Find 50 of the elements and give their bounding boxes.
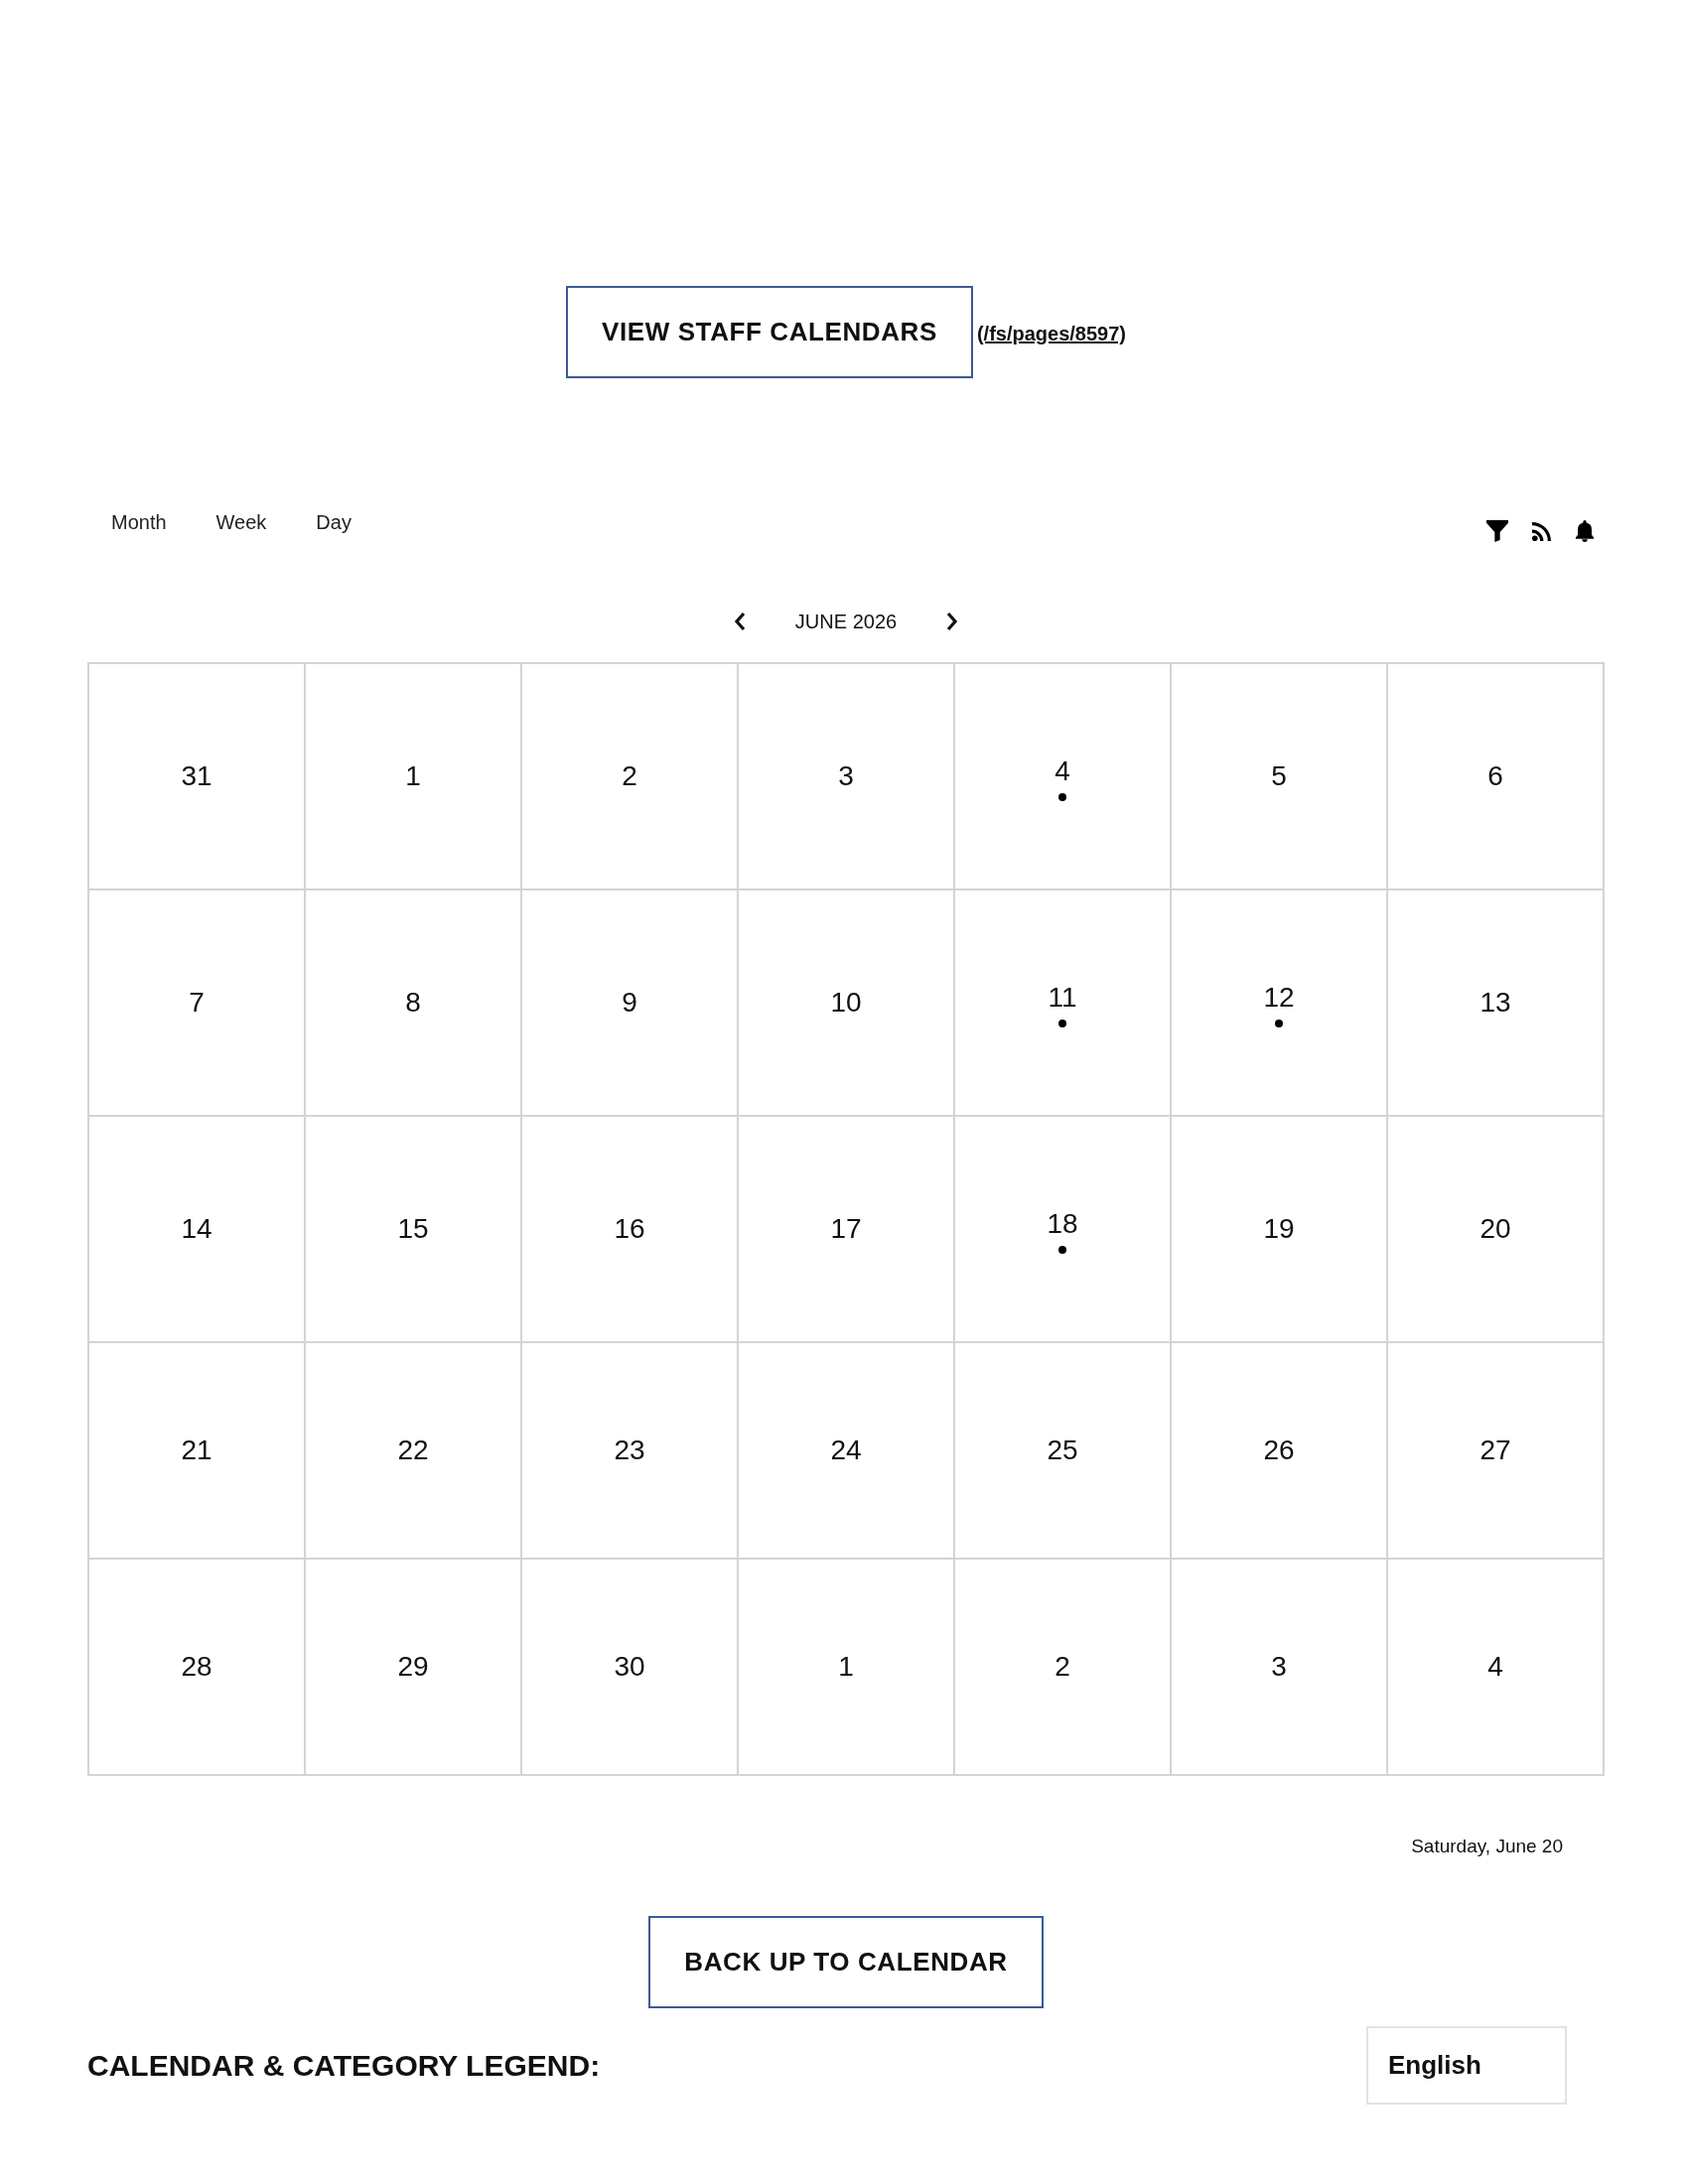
selected-date-text: Saturday, June 20 bbox=[1411, 1835, 1563, 1858]
calendar-day-cell[interactable]: 28 bbox=[89, 1560, 306, 1776]
language-select[interactable]: English bbox=[1366, 2026, 1567, 2105]
calendar-day-cell[interactable]: 13 bbox=[1388, 890, 1605, 1117]
legend-heading: CALENDAR & CATEGORY LEGEND: bbox=[87, 2047, 601, 2084]
calendar-day-cell[interactable]: 5 bbox=[1172, 664, 1388, 890]
calendar-day-cell[interactable]: 18 bbox=[955, 1117, 1172, 1343]
calendar-day-cell[interactable]: 19 bbox=[1172, 1117, 1388, 1343]
calendar-day-cell[interactable]: 24 bbox=[739, 1343, 955, 1560]
calendar-day-cell[interactable]: 4 bbox=[955, 664, 1172, 890]
calendar-day-cell[interactable]: 1 bbox=[739, 1560, 955, 1776]
calendar-day-cell[interactable]: 17 bbox=[739, 1117, 955, 1343]
calendar-day-cell[interactable]: 20 bbox=[1388, 1117, 1605, 1343]
calendar-day-cell[interactable]: 16 bbox=[522, 1117, 739, 1343]
view-staff-calendars-button[interactable]: VIEW STAFF CALENDARS bbox=[566, 286, 973, 378]
calendar-day-cell[interactable]: 4 bbox=[1388, 1560, 1605, 1776]
month-label: JUNE 2026 bbox=[794, 610, 898, 634]
calendar-day-cell[interactable]: 2 bbox=[955, 1560, 1172, 1776]
view-tab[interactable]: Week bbox=[215, 502, 267, 542]
calendar-day-cell[interactable]: 14 bbox=[89, 1117, 306, 1343]
calendar-day-cell[interactable]: 26 bbox=[1172, 1343, 1388, 1560]
page-link[interactable]: (/fs/pages/8597) bbox=[976, 323, 1126, 345]
calendar-day-cell[interactable]: 9 bbox=[522, 890, 739, 1117]
bell-icon[interactable] bbox=[1575, 520, 1595, 542]
calendar-day-cell[interactable]: 3 bbox=[1172, 1560, 1388, 1776]
calendar-day-cell[interactable]: 8 bbox=[306, 890, 522, 1117]
back-to-calendar-button[interactable]: BACK UP TO CALENDAR bbox=[648, 1916, 1044, 2008]
calendar-day-cell[interactable]: 11 bbox=[955, 890, 1172, 1117]
calendar-day-cell[interactable]: 2 bbox=[522, 664, 739, 890]
calendar-day-cell[interactable]: 12 bbox=[1172, 890, 1388, 1117]
view-tab[interactable]: Day bbox=[316, 502, 352, 542]
calendar-day-cell[interactable]: 30 bbox=[522, 1560, 739, 1776]
calendar-day-cell[interactable]: 7 bbox=[89, 890, 306, 1117]
calendar-day-cell[interactable]: 21 bbox=[89, 1343, 306, 1560]
calendar-day-cell[interactable]: 1 bbox=[306, 664, 522, 890]
filter-icon[interactable] bbox=[1486, 520, 1508, 542]
chevron-right-icon[interactable] bbox=[946, 612, 959, 631]
calendar-day-cell[interactable]: 23 bbox=[522, 1343, 739, 1560]
calendar-day-cell[interactable]: 6 bbox=[1388, 664, 1605, 890]
chevron-left-icon[interactable] bbox=[733, 612, 746, 631]
calendar-day-cell[interactable]: 27 bbox=[1388, 1343, 1605, 1560]
view-tab[interactable]: Month bbox=[111, 502, 167, 542]
calendar-day-cell[interactable]: 3 bbox=[739, 664, 955, 890]
rss-icon[interactable] bbox=[1532, 521, 1551, 541]
calendar-day-cell[interactable]: 25 bbox=[955, 1343, 1172, 1560]
calendar-day-cell[interactable]: 29 bbox=[306, 1560, 522, 1776]
calendar-day-cell[interactable]: 15 bbox=[306, 1117, 522, 1343]
calendar-day-cell[interactable]: 31 bbox=[89, 664, 306, 890]
calendar-day-cell[interactable]: 10 bbox=[739, 890, 955, 1117]
calendar-day-cell[interactable]: 22 bbox=[306, 1343, 522, 1560]
